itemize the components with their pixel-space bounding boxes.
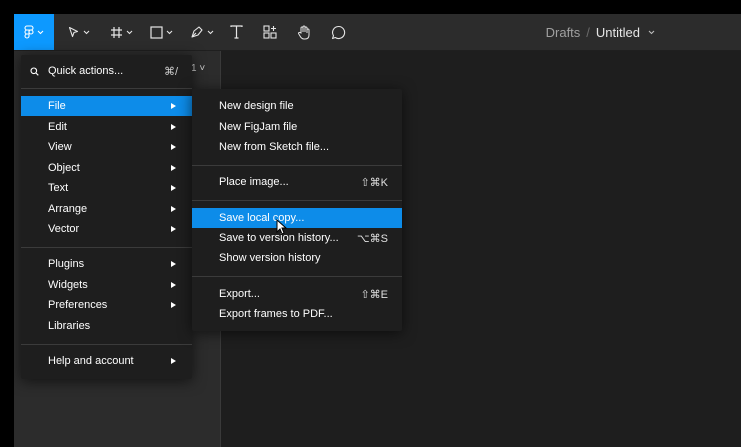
menu-item-edit[interactable]: Edit bbox=[21, 117, 192, 137]
chevron-right-icon bbox=[171, 226, 176, 232]
menu-item-widgets[interactable]: Widgets bbox=[21, 275, 192, 295]
chevron-right-icon bbox=[171, 165, 176, 171]
menu-item-save-to-version-history[interactable]: Save to version history... ⌥⌘S bbox=[192, 228, 402, 248]
text-tool[interactable] bbox=[226, 14, 246, 50]
chevron-right-icon bbox=[171, 358, 176, 364]
text-t-icon bbox=[229, 25, 243, 39]
chevron-right-icon bbox=[171, 103, 176, 109]
quick-actions-item[interactable]: Quick actions... ⌘/ bbox=[21, 61, 192, 81]
menu-item-text[interactable]: Text bbox=[21, 178, 192, 198]
menu-item-label: Plugins bbox=[48, 258, 85, 270]
menu-item-place-image[interactable]: Place image... ⇧⌘K bbox=[192, 172, 402, 192]
menu-item-show-version-history[interactable]: Show version history bbox=[192, 248, 402, 268]
menu-item-save-local-copy[interactable]: Save local copy... bbox=[192, 208, 402, 228]
resources-tool[interactable] bbox=[260, 14, 280, 50]
menu-item-label: Vector bbox=[48, 223, 80, 235]
chevron-right-icon bbox=[171, 144, 176, 150]
comment-tool[interactable] bbox=[328, 14, 348, 50]
menu-item-label: File bbox=[48, 100, 66, 112]
chevron-down-icon bbox=[83, 30, 90, 34]
menu-item-label: Object bbox=[48, 162, 80, 174]
menu-item-label: Export... bbox=[219, 288, 260, 300]
chevron-down-icon bbox=[126, 30, 132, 34]
menu-item-label: Text bbox=[48, 182, 69, 194]
breadcrumb-drafts[interactable]: Drafts bbox=[546, 25, 581, 40]
menu-item-label: Edit bbox=[48, 121, 67, 133]
file-submenu: New design file New FigJam file New from… bbox=[192, 89, 402, 331]
pen-tool[interactable] bbox=[187, 14, 217, 50]
figma-logo-icon bbox=[24, 25, 34, 39]
chevron-right-icon bbox=[171, 206, 176, 212]
menu-item-help-and-account[interactable]: Help and account bbox=[21, 351, 192, 371]
chevron-down-icon bbox=[207, 30, 214, 34]
menu-item-label: New from Sketch file... bbox=[219, 141, 330, 153]
frame-hash-icon bbox=[110, 26, 122, 38]
quick-actions-label: Quick actions... bbox=[48, 65, 124, 77]
chevron-right-icon bbox=[171, 261, 176, 267]
menu-item-shortcut: ⇧⌘K bbox=[360, 176, 388, 189]
menu-divider bbox=[192, 200, 402, 201]
menu-item-new-from-sketch[interactable]: New from Sketch file... bbox=[192, 137, 402, 157]
menu-item-plugins[interactable]: Plugins bbox=[21, 254, 192, 274]
cursor-arrow-icon bbox=[68, 26, 79, 37]
toolbar: Drafts / Untitled bbox=[14, 14, 741, 51]
page-selector[interactable]: 1 ˅ bbox=[191, 63, 205, 74]
hand-icon bbox=[298, 25, 310, 39]
breadcrumb-separator: / bbox=[586, 24, 590, 40]
menu-item-shortcut: ⌥⌘S bbox=[356, 232, 388, 245]
menu-item-preferences[interactable]: Preferences bbox=[21, 295, 192, 315]
menu-divider bbox=[192, 165, 402, 166]
menu-divider bbox=[21, 344, 192, 345]
menu-item-libraries[interactable]: Libraries bbox=[21, 316, 192, 336]
menu-item-label: New FigJam file bbox=[219, 121, 298, 133]
file-title-area[interactable]: Drafts / Untitled bbox=[546, 14, 655, 50]
menu-item-label: New design file bbox=[219, 100, 294, 112]
search-icon bbox=[30, 67, 39, 76]
menu-item-label: View bbox=[48, 141, 72, 153]
menu-divider bbox=[21, 88, 192, 89]
move-tool[interactable] bbox=[64, 14, 94, 50]
menu-item-label: Show version history bbox=[219, 252, 321, 264]
menu-item-view[interactable]: View bbox=[21, 137, 192, 157]
comment-bubble-icon bbox=[331, 25, 345, 39]
menu-item-export-frames-to-pdf[interactable]: Export frames to PDF... bbox=[192, 304, 402, 324]
chevron-right-icon bbox=[171, 302, 176, 308]
menu-item-new-design-file[interactable]: New design file bbox=[192, 96, 402, 116]
menu-item-label: Arrange bbox=[48, 203, 88, 215]
menu-item-label: Export frames to PDF... bbox=[219, 308, 333, 320]
quick-actions-shortcut: ⌘/ bbox=[163, 65, 178, 78]
main-menu-dropdown: Quick actions... ⌘/ File Edit View Objec… bbox=[21, 55, 192, 379]
menu-item-label: Save local copy... bbox=[219, 212, 305, 224]
shape-tool[interactable] bbox=[146, 14, 176, 50]
menu-divider bbox=[21, 247, 192, 248]
menu-item-shortcut: ⇧⌘E bbox=[360, 288, 388, 301]
menu-item-object[interactable]: Object bbox=[21, 158, 192, 178]
chevron-right-icon bbox=[171, 282, 176, 288]
components-grid-icon bbox=[263, 25, 277, 39]
menu-item-file[interactable]: File bbox=[21, 96, 192, 116]
chevron-down-icon[interactable] bbox=[648, 30, 655, 35]
chevron-down-icon bbox=[37, 30, 44, 34]
document-title[interactable]: Untitled bbox=[596, 25, 640, 40]
menu-item-export[interactable]: Export... ⇧⌘E bbox=[192, 284, 402, 304]
rectangle-icon bbox=[149, 25, 163, 39]
menu-divider bbox=[192, 276, 402, 277]
menu-item-label: Preferences bbox=[48, 299, 108, 311]
menu-item-arrange[interactable]: Arrange bbox=[21, 199, 192, 219]
main-menu-button[interactable] bbox=[14, 14, 54, 50]
menu-item-new-figjam-file[interactable]: New FigJam file bbox=[192, 117, 402, 137]
chevron-down-icon bbox=[166, 30, 172, 34]
frame-tool[interactable] bbox=[106, 14, 136, 50]
hand-tool[interactable] bbox=[294, 14, 314, 50]
menu-item-label: Widgets bbox=[48, 279, 88, 291]
chevron-right-icon bbox=[171, 124, 176, 130]
menu-item-label: Libraries bbox=[48, 320, 91, 332]
mouse-pointer-icon bbox=[276, 219, 288, 235]
menu-item-vector[interactable]: Vector bbox=[21, 219, 192, 239]
menu-item-label: Help and account bbox=[48, 355, 134, 367]
chevron-right-icon bbox=[171, 185, 176, 191]
pen-icon bbox=[191, 26, 203, 38]
menu-item-label: Place image... bbox=[219, 176, 289, 188]
